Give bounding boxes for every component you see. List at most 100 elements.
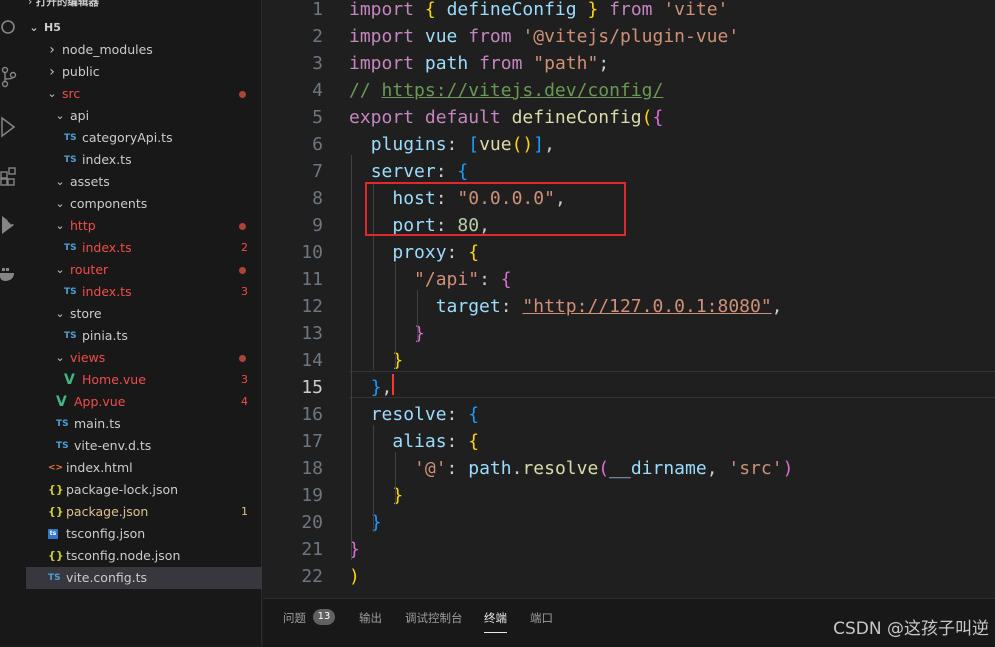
tsconfig-file-icon: ts bbox=[48, 528, 58, 539]
tree-file[interactable]: TS vite-env.d.ts bbox=[26, 435, 262, 457]
code-line[interactable]: proxy: { bbox=[349, 239, 479, 266]
line-number: 4 bbox=[312, 80, 323, 101]
tree-file[interactable]: TS vite.config.ts bbox=[26, 567, 262, 589]
code-line[interactable]: resolve: { bbox=[349, 401, 479, 428]
docker-icon[interactable] bbox=[0, 260, 26, 286]
tree-item-label: api bbox=[70, 108, 90, 123]
chevron-right-icon: › bbox=[28, 0, 33, 8]
code-line[interactable]: alias: { bbox=[349, 428, 479, 455]
open-editors-label: 打开的编辑器 bbox=[35, 0, 99, 8]
code-line[interactable]: plugins: [vue()], bbox=[349, 131, 555, 158]
code-token: resolve bbox=[522, 458, 599, 479]
extensions-icon[interactable] bbox=[0, 164, 26, 190]
line-number: 6 bbox=[312, 134, 323, 155]
code-token: : bbox=[479, 269, 501, 290]
code-line[interactable]: }, bbox=[349, 374, 393, 401]
code-token: : bbox=[446, 134, 469, 155]
tree-file[interactable]: TS main.ts bbox=[26, 413, 262, 435]
open-editors-header[interactable]: › 打开的编辑器 bbox=[28, 0, 99, 12]
tab-ports[interactable]: 端口 bbox=[530, 610, 553, 626]
tree-folder[interactable]: › public bbox=[26, 61, 262, 83]
code-token: '@' bbox=[414, 458, 447, 479]
code-token: target bbox=[435, 296, 501, 317]
testing-icon[interactable] bbox=[0, 212, 26, 238]
code-editor[interactable]: 1 2 3 4 5 6 7 8 9 10 11 12 13 14 15 16 17 18 19 20 21 22 impo… bbox=[263, 0, 995, 598]
tab-output[interactable]: 输出 bbox=[359, 610, 382, 626]
tree-folder[interactable]: ⌄ api bbox=[26, 105, 262, 127]
tree-file[interactable]: TS pinia.ts bbox=[26, 325, 262, 347]
run-debug-icon[interactable] bbox=[0, 114, 26, 140]
tree-folder[interactable]: ⌄ store bbox=[26, 303, 262, 325]
tree-folder[interactable]: ⌄ components bbox=[26, 193, 262, 215]
code-line[interactable]: import { defineConfig } from 'vite' bbox=[349, 0, 728, 23]
code-token: __dirname bbox=[609, 458, 707, 479]
tree-item-label: Home.vue bbox=[82, 372, 146, 387]
code-line[interactable]: server: { bbox=[349, 158, 469, 185]
tree-folder[interactable]: ⌄ router bbox=[26, 259, 262, 281]
code-token: "path" bbox=[533, 53, 599, 74]
problem-count-badge: 1 bbox=[241, 505, 248, 518]
activity-bar bbox=[0, 0, 26, 646]
tree-folder[interactable]: ⌄ src bbox=[26, 83, 262, 105]
line-number: 10 bbox=[301, 242, 323, 263]
tree-file[interactable]: {} package-lock.json bbox=[26, 479, 262, 501]
code-token: vue bbox=[479, 134, 512, 155]
code-line[interactable]: ) bbox=[349, 563, 360, 590]
line-number: 5 bbox=[312, 107, 323, 128]
code-token: '@vitejs/plugin-vue' bbox=[522, 26, 740, 47]
tree-file[interactable]: <> index.html bbox=[26, 457, 262, 479]
code-token: ; bbox=[598, 53, 610, 74]
code-token: { bbox=[424, 0, 436, 20]
typescript-file-icon: TS bbox=[64, 133, 77, 143]
code-line[interactable]: export default defineConfig({ bbox=[349, 104, 663, 131]
code-line[interactable]: import vue from '@vitejs/plugin-vue' bbox=[349, 23, 739, 50]
chevron-down-icon: ⌄ bbox=[55, 109, 65, 122]
tree-folder[interactable]: ⌄ views bbox=[26, 347, 262, 369]
code-line[interactable]: } bbox=[349, 509, 382, 536]
tree-file[interactable]: V Home.vue 3 bbox=[26, 369, 262, 391]
tree-file[interactable]: {} tsconfig.node.json bbox=[26, 545, 262, 567]
tree-folder[interactable]: › node_modules bbox=[26, 39, 262, 61]
source-control-icon[interactable] bbox=[0, 64, 26, 90]
code-line[interactable]: } bbox=[349, 320, 425, 347]
tree-item-label: categoryApi.ts bbox=[82, 130, 173, 145]
code-token: } bbox=[587, 0, 599, 20]
line-number: 19 bbox=[301, 485, 323, 506]
code-token: , bbox=[544, 134, 555, 155]
tab-terminal[interactable]: 终端 bbox=[484, 610, 507, 633]
tree-folder[interactable]: ⌄ assets bbox=[26, 171, 262, 193]
code-line[interactable]: // https://vitejs.dev/config/ bbox=[349, 77, 663, 104]
tree-file[interactable]: TS categoryApi.ts bbox=[26, 127, 262, 149]
tree-file[interactable]: V App.vue 4 bbox=[26, 391, 262, 413]
search-icon[interactable] bbox=[0, 14, 26, 40]
tree-file[interactable]: {} package.json 1 bbox=[26, 501, 262, 523]
tab-output-label: 输出 bbox=[359, 611, 382, 625]
tree-file[interactable]: TS index.ts bbox=[26, 149, 262, 171]
tree-item-label: vite-env.d.ts bbox=[74, 438, 152, 453]
code-token: import bbox=[349, 53, 415, 74]
tree-item-label: store bbox=[70, 306, 102, 321]
indent-guide bbox=[373, 425, 374, 532]
tree-file[interactable]: ts tsconfig.json bbox=[26, 523, 262, 545]
tree-file[interactable]: TS index.ts 3 bbox=[26, 281, 262, 303]
explorer-root-folder[interactable]: ⌄ H5 bbox=[26, 17, 262, 39]
tab-debug-console[interactable]: 调试控制台 bbox=[405, 610, 463, 626]
code-token: : bbox=[446, 431, 469, 452]
line-number: 12 bbox=[301, 296, 323, 317]
code-line[interactable]: import path from "path"; bbox=[349, 50, 609, 77]
tree-folder[interactable]: ⌄ http bbox=[26, 215, 262, 237]
tree-file[interactable]: TS index.ts 2 bbox=[26, 237, 262, 259]
code-line[interactable]: '@': path.resolve(__dirname, 'src') bbox=[349, 455, 793, 482]
tab-problems[interactable]: 问题 bbox=[283, 610, 306, 626]
code-line[interactable]: target: "http://127.0.0.1:8080", bbox=[349, 293, 783, 320]
